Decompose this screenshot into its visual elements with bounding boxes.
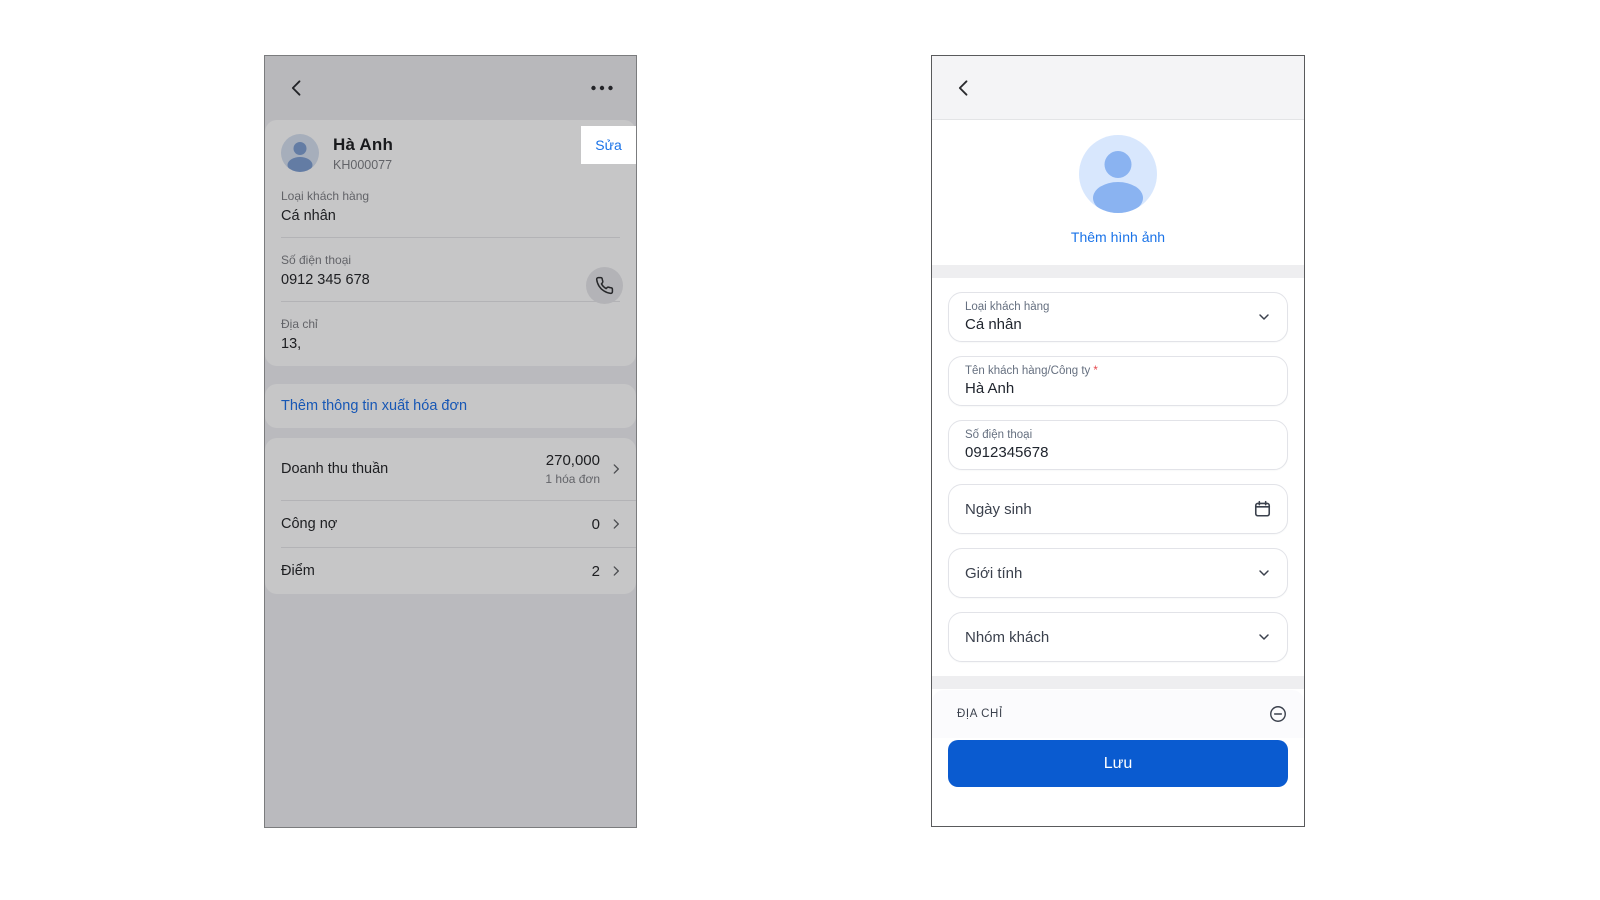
field-value: Hà Anh (965, 380, 1015, 397)
photo-card: Thêm hình ảnh (932, 120, 1304, 265)
input-customer-name[interactable]: Tên khách hàng/Công ty * Hà Anh (948, 356, 1288, 406)
back-button[interactable] (954, 78, 974, 98)
section-gap (932, 265, 1304, 278)
customer-detail-screen: Hà Anh KH000077 Loại khách hàng Cá nhân … (264, 55, 637, 828)
field-placeholder: Giới tính (965, 564, 1023, 582)
customer-edit-screen: Thêm hình ảnh Loại khách hàng Cá nhân Tê… (931, 55, 1305, 827)
address-section-header: ĐỊA CHỈ (932, 690, 1304, 738)
field-label: Số điện thoại (965, 429, 1033, 441)
chevron-down-icon (1256, 629, 1272, 645)
field-placeholder: Ngày sinh (965, 500, 1032, 518)
edit-header (932, 56, 1304, 120)
input-phone-number[interactable]: Số điện thoại 0912345678 (948, 420, 1288, 470)
customer-form: Loại khách hàng Cá nhân Tên khách hàng/C… (932, 278, 1304, 662)
required-mark: * (1093, 365, 1098, 377)
dim-overlay (265, 56, 636, 827)
screenshot-canvas: Hà Anh KH000077 Loại khách hàng Cá nhân … (0, 0, 1600, 900)
field-label: Loại khách hàng (965, 301, 1050, 313)
select-customer-type[interactable]: Loại khách hàng Cá nhân (948, 292, 1288, 342)
collapse-section-button[interactable] (1268, 704, 1288, 724)
minus-circle-icon (1268, 704, 1288, 724)
avatar-placeholder[interactable] (1079, 135, 1157, 213)
field-placeholder: Nhóm khách (965, 628, 1050, 646)
field-label: Tên khách hàng/Công ty * (965, 365, 1098, 377)
person-icon (1104, 151, 1132, 178)
address-section-label: ĐỊA CHỈ (957, 708, 1003, 720)
edit-button[interactable]: Sửa (581, 126, 636, 164)
add-photo-button[interactable]: Thêm hình ảnh (1071, 229, 1165, 245)
calendar-icon (1253, 500, 1272, 519)
section-gap (932, 676, 1304, 689)
select-gender[interactable]: Giới tính (948, 548, 1288, 598)
input-birthday[interactable]: Ngày sinh (948, 484, 1288, 534)
field-value: 0912345678 (965, 444, 1049, 461)
save-button[interactable]: Lưu (948, 740, 1288, 787)
chevron-left-icon (954, 78, 974, 98)
chevron-down-icon (1256, 309, 1272, 325)
field-value: Cá nhân (965, 316, 1022, 333)
chevron-down-icon (1256, 565, 1272, 581)
select-customer-group[interactable]: Nhóm khách (948, 612, 1288, 662)
